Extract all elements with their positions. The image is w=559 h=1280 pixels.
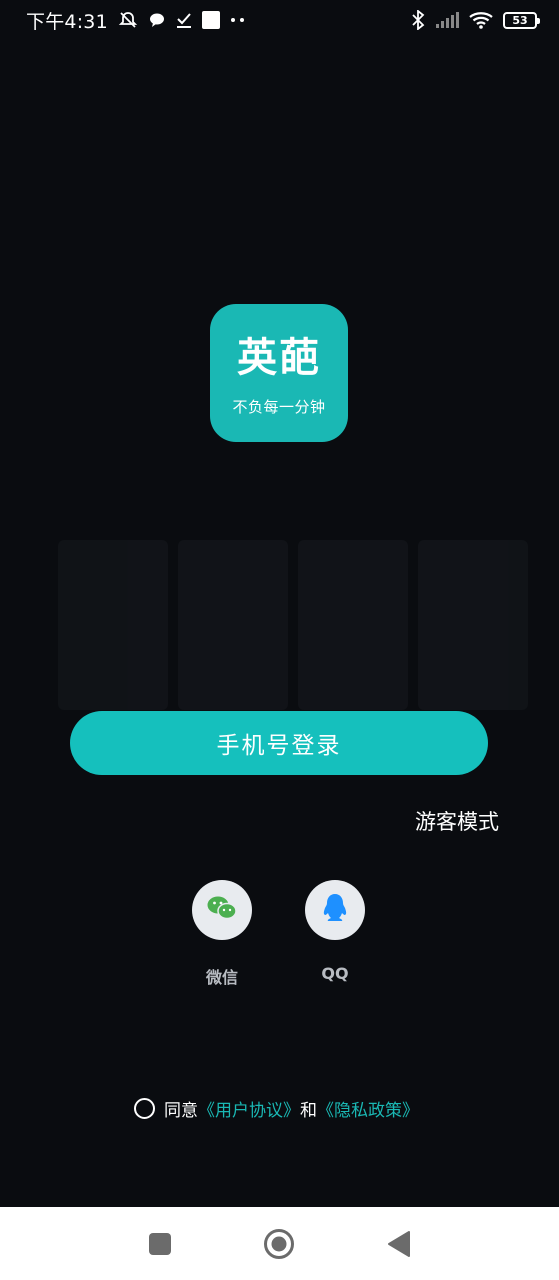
download-done-icon	[176, 11, 192, 29]
status-bar: 下午4:31 53	[0, 0, 559, 40]
recent-apps-icon[interactable]	[135, 1219, 185, 1269]
user-agreement-link[interactable]: 《用户协议》	[198, 1096, 300, 1121]
status-left: 下午4:31	[26, 7, 246, 34]
qq-login[interactable]: QQ	[295, 880, 375, 983]
more-dots-icon	[230, 17, 246, 23]
bluetooth-icon	[411, 10, 425, 30]
battery-level: 53	[512, 13, 528, 27]
background-watermark	[58, 540, 528, 710]
wechat-icon	[206, 894, 238, 926]
privacy-policy-link[interactable]: 《隐私政策》	[317, 1096, 419, 1121]
agreement-radio[interactable]	[134, 1098, 155, 1119]
agreement-connector: 和	[300, 1101, 317, 1121]
watermark-block	[298, 540, 408, 710]
signal-icon	[435, 12, 459, 28]
watermark-block	[418, 540, 528, 710]
system-nav-bar	[0, 1207, 559, 1280]
logo-slogan: 不负每一分钟	[232, 397, 326, 416]
wifi-icon	[469, 11, 493, 29]
qq-penguin-icon	[322, 893, 348, 927]
app-logo: 英葩 不负每一分钟	[210, 304, 348, 442]
wechat-login[interactable]: 微信	[182, 880, 262, 988]
status-time: 下午4:31	[26, 10, 108, 33]
back-icon[interactable]	[374, 1219, 424, 1269]
agreement-prefix: 同意	[164, 1101, 198, 1121]
watermark-block	[178, 540, 288, 710]
guest-mode-link[interactable]: 游客模式	[415, 806, 499, 836]
wechat-login-button[interactable]	[192, 880, 252, 940]
square-notification-icon	[201, 11, 220, 29]
qq-label: QQ	[321, 964, 349, 983]
qq-login-button[interactable]	[305, 880, 365, 940]
battery-icon: 53	[503, 11, 540, 29]
logo-title: 英葩	[237, 334, 321, 381]
wechat-label: 微信	[205, 968, 238, 987]
phone-login-button[interactable]: 手机号登录	[70, 711, 488, 775]
home-icon[interactable]	[254, 1219, 304, 1269]
watermark-block	[58, 540, 168, 710]
status-right: 53	[411, 10, 540, 30]
agreement-row: 同意 《用户协议》 和 《隐私政策》	[134, 1096, 419, 1121]
chat-bubble-icon	[148, 11, 166, 29]
mute-bell-icon	[118, 10, 138, 30]
